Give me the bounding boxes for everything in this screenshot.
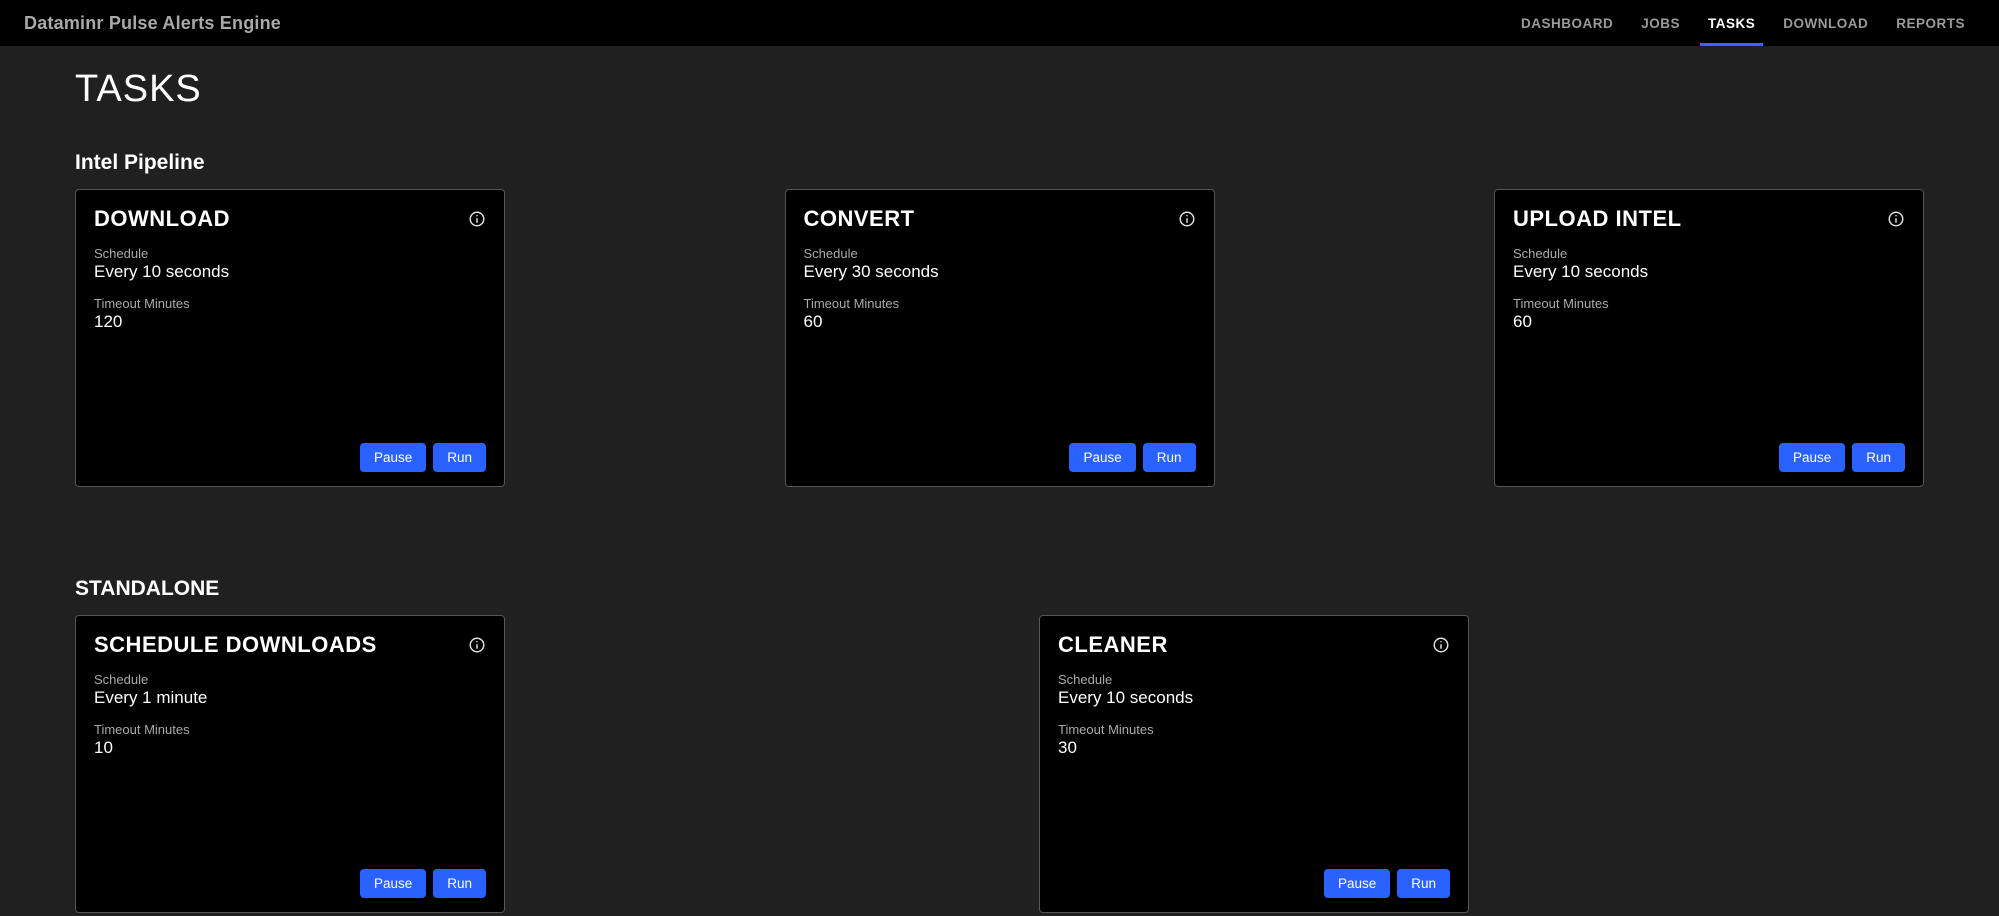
timeout-label: Timeout Minutes xyxy=(1058,722,1450,737)
info-icon[interactable] xyxy=(1887,210,1905,228)
pause-button[interactable]: Pause xyxy=(1069,443,1135,472)
schedule-value: Every 30 seconds xyxy=(804,262,1196,282)
nav-item-download[interactable]: DOWNLOAD xyxy=(1769,0,1882,46)
schedule-label: Schedule xyxy=(804,246,1196,261)
top-nav: DASHBOARDJOBSTASKSDOWNLOADREPORTS xyxy=(1507,0,1979,46)
timeout-value: 30 xyxy=(1058,738,1450,758)
timeout-label: Timeout Minutes xyxy=(1513,296,1905,311)
schedule-value: Every 1 minute xyxy=(94,688,486,708)
info-icon[interactable] xyxy=(1432,636,1450,654)
timeout-label: Timeout Minutes xyxy=(94,296,486,311)
info-icon[interactable] xyxy=(468,636,486,654)
pause-button[interactable]: Pause xyxy=(1779,443,1845,472)
schedule-label: Schedule xyxy=(94,246,486,261)
schedule-label: Schedule xyxy=(1513,246,1905,261)
timeout-value: 10 xyxy=(94,738,486,758)
task-card-title: DOWNLOAD xyxy=(94,206,230,232)
nav-item-jobs[interactable]: JOBS xyxy=(1627,0,1694,46)
timeout-label: Timeout Minutes xyxy=(804,296,1196,311)
info-icon[interactable] xyxy=(468,210,486,228)
brand-title: Dataminr Pulse Alerts Engine xyxy=(24,13,281,34)
page: TASKS Intel PipelineDOWNLOADScheduleEver… xyxy=(0,46,1999,916)
run-button[interactable]: Run xyxy=(1143,443,1196,472)
schedule-label: Schedule xyxy=(1058,672,1450,687)
nav-item-dashboard[interactable]: DASHBOARD xyxy=(1507,0,1627,46)
schedule-value: Every 10 seconds xyxy=(1513,262,1905,282)
section-title: STANDALONE xyxy=(75,577,1924,601)
timeout-value: 120 xyxy=(94,312,486,332)
page-title: TASKS xyxy=(75,68,1924,111)
run-button[interactable]: Run xyxy=(433,869,486,898)
timeout-value: 60 xyxy=(804,312,1196,332)
timeout-label: Timeout Minutes xyxy=(94,722,486,737)
card-row: SCHEDULE DOWNLOADSScheduleEvery 1 minute… xyxy=(75,615,1924,913)
task-card: UPLOAD INTEL ScheduleEvery 10 seconds Time… xyxy=(1494,189,1924,487)
task-card: DOWNLOAD ScheduleEvery 10 seconds Timeout … xyxy=(75,189,505,487)
task-card-title: CLEANER xyxy=(1058,632,1168,658)
task-card-title: SCHEDULE DOWNLOADS xyxy=(94,632,377,658)
task-card-title: CONVERT xyxy=(804,206,915,232)
nav-item-reports[interactable]: REPORTS xyxy=(1882,0,1979,46)
schedule-label: Schedule xyxy=(94,672,486,687)
pause-button[interactable]: Pause xyxy=(360,443,426,472)
task-card: SCHEDULE DOWNLOADS ScheduleEvery 1 minute… xyxy=(75,615,505,913)
schedule-value: Every 10 seconds xyxy=(94,262,486,282)
section-title: Intel Pipeline xyxy=(75,151,1924,175)
run-button[interactable]: Run xyxy=(433,443,486,472)
info-icon[interactable] xyxy=(1178,210,1196,228)
pause-button[interactable]: Pause xyxy=(360,869,426,898)
nav-item-tasks[interactable]: TASKS xyxy=(1694,0,1769,46)
run-button[interactable]: Run xyxy=(1852,443,1905,472)
run-button[interactable]: Run xyxy=(1397,869,1450,898)
card-row: DOWNLOADScheduleEvery 10 secondsTimeout … xyxy=(75,189,1924,487)
task-card: CLEANER ScheduleEvery 10 seconds Timeout M… xyxy=(1039,615,1469,913)
task-card-title: UPLOAD INTEL xyxy=(1513,206,1682,232)
schedule-value: Every 10 seconds xyxy=(1058,688,1450,708)
pause-button[interactable]: Pause xyxy=(1324,869,1390,898)
timeout-value: 60 xyxy=(1513,312,1905,332)
task-card: CONVERT ScheduleEvery 30 seconds Timeout M… xyxy=(785,189,1215,487)
topbar: Dataminr Pulse Alerts Engine DASHBOARDJO… xyxy=(0,0,1999,46)
